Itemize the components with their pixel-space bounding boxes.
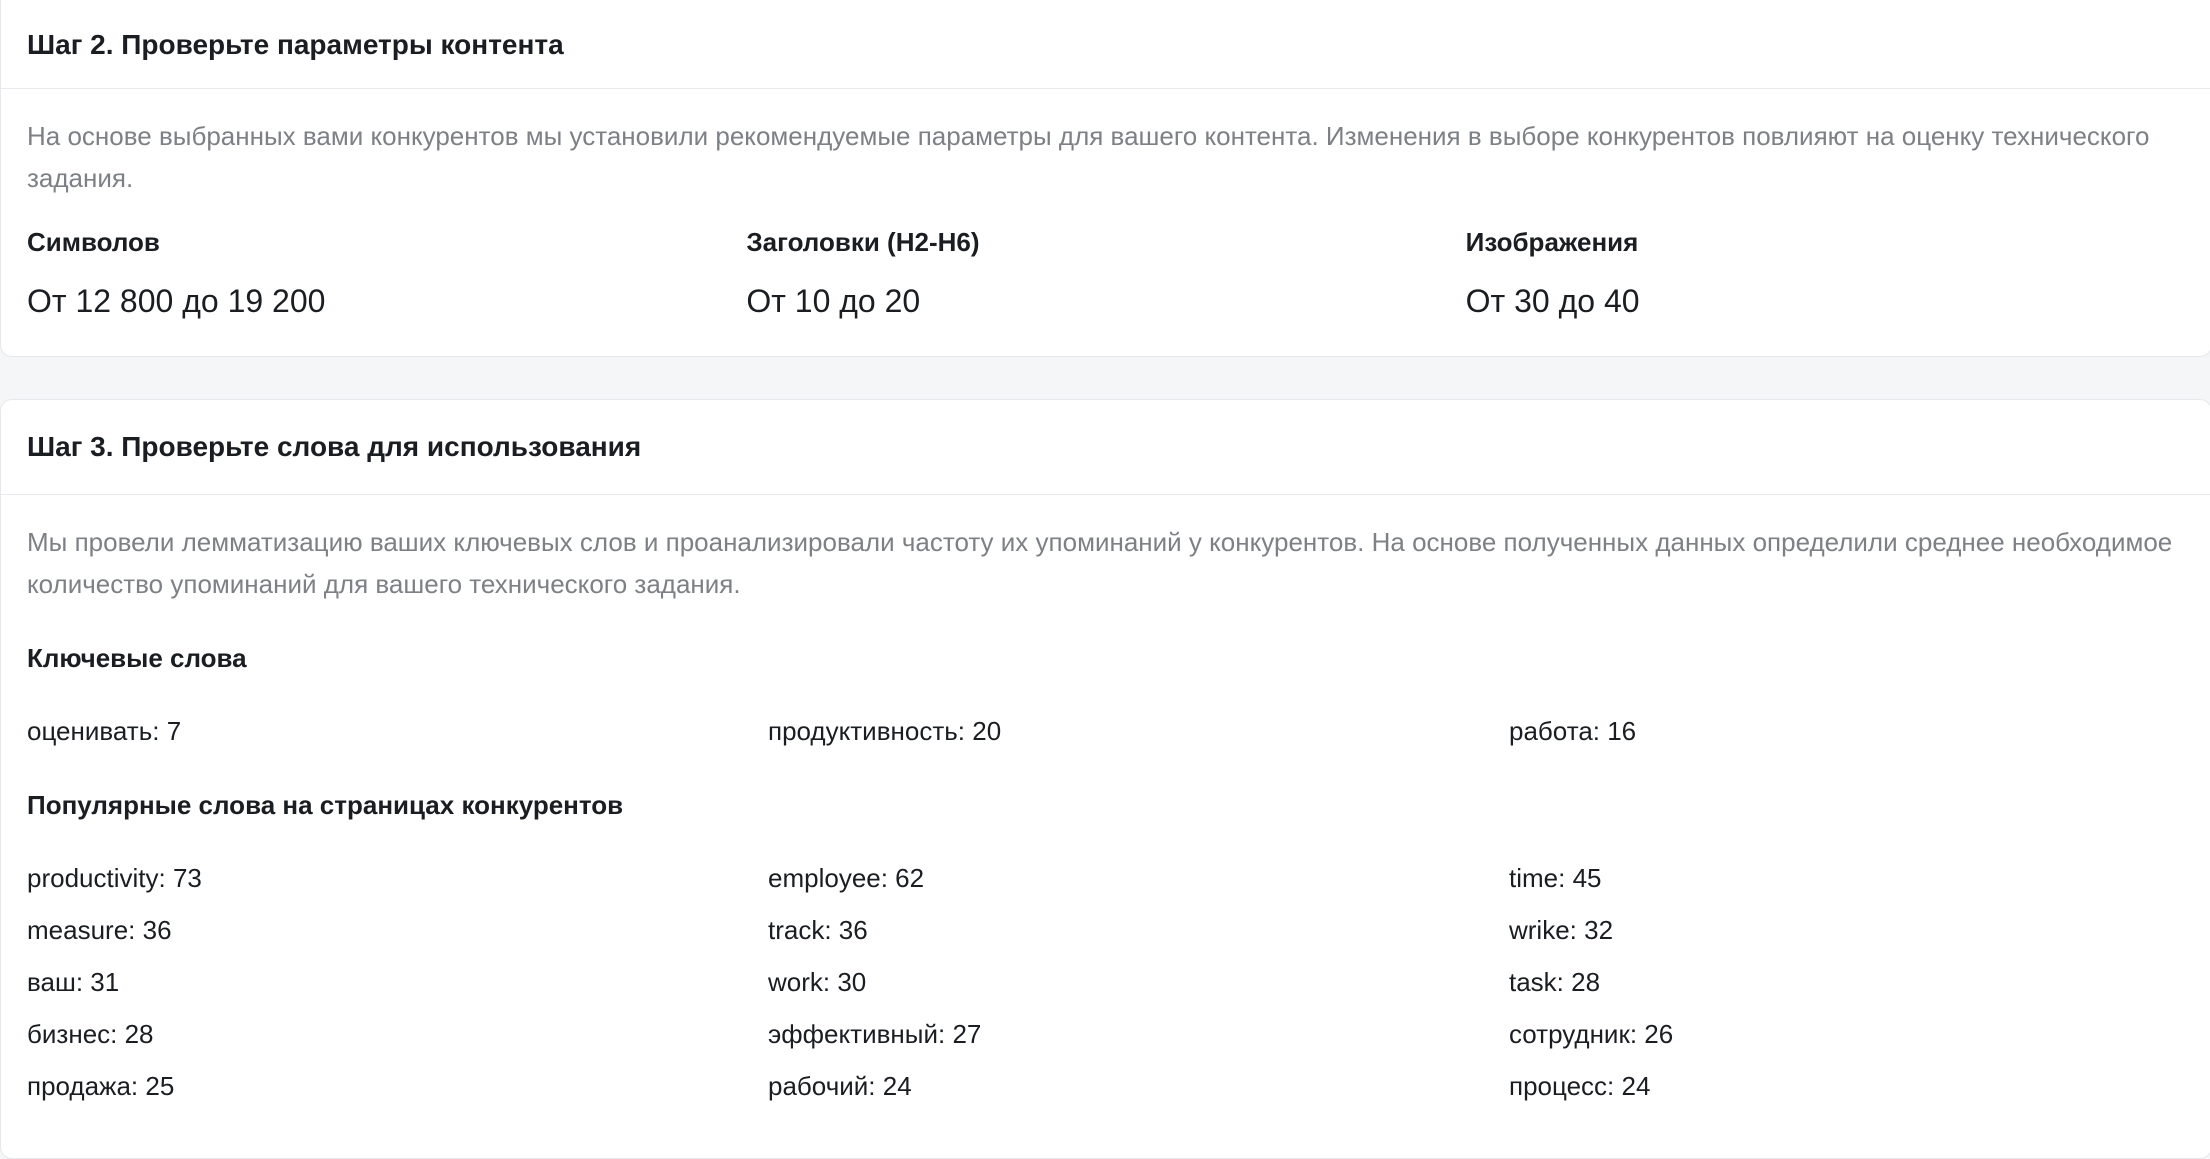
param-images: Изображения От 30 до 40 (1466, 227, 2185, 320)
step3-title: Шаг 3. Проверьте слова для использования (27, 431, 642, 462)
content-parameters-card: Шаг 2. Проверьте параметры контента На о… (0, 0, 2210, 357)
keyword-item: оценивать: 7 (27, 716, 182, 746)
popular-word-item: процесс: 24 (1509, 1071, 1651, 1101)
popular-word-item: бизнес: 28 (27, 1019, 154, 1049)
popular-word-item: work: 30 (768, 967, 867, 997)
popular-word-item: ваш: 31 (27, 967, 120, 997)
popular-word-item: time: 45 (1509, 863, 1602, 893)
card-header: Шаг 3. Проверьте слова для использования (1, 400, 2210, 495)
keyword-item: продуктивность: 20 (768, 716, 1002, 746)
param-label: Символов (27, 227, 160, 257)
keywords-title: Ключевые слова (27, 643, 247, 673)
param-value: От 10 до 20 (746, 283, 921, 319)
param-label: Заголовки (H2-H6) (746, 227, 980, 257)
content-parameters: Символов От 12 800 до 19 200 Заголовки (… (27, 227, 2185, 320)
param-characters: Символов От 12 800 до 19 200 (27, 227, 746, 320)
popular-word-item: продажа: 25 (27, 1071, 175, 1101)
keyword-item: работа: 16 (1509, 716, 1637, 746)
card-header: Шаг 2. Проверьте параметры контента (1, 0, 2210, 89)
param-value: От 30 до 40 (1465, 283, 1640, 319)
popular-word-item: task: 28 (1509, 967, 1601, 997)
popular-word-item: сотрудник: 26 (1509, 1019, 1674, 1049)
step3-description: Мы провели лемматизацию ваших ключевых с… (27, 527, 2173, 599)
popular-words-list: productivity: 73 employee: 62 time: 45 m… (27, 863, 2185, 1101)
popular-word-item: measure: 36 (27, 915, 172, 945)
param-value: От 12 800 до 19 200 (27, 283, 326, 319)
popular-word-item: wrike: 32 (1509, 915, 1614, 945)
step2-title: Шаг 2. Проверьте параметры контента (27, 28, 564, 60)
words-card: Шаг 3. Проверьте слова для использования… (0, 399, 2210, 1159)
keywords-list: оценивать: 7 продуктивность: 20 работа: … (27, 716, 2185, 746)
popular-word-item: employee: 62 (768, 863, 925, 893)
popular-word-item: эффективный: 27 (768, 1019, 982, 1049)
param-headings: Заголовки (H2-H6) От 10 до 20 (746, 227, 1465, 320)
popular-word-item: track: 36 (768, 915, 868, 945)
popular-word-item: productivity: 73 (27, 863, 202, 893)
step2-description: На основе выбранных вами конкурентов мы … (27, 121, 2150, 193)
param-label: Изображения (1465, 227, 1639, 257)
popular-words-title: Популярные слова на страницах конкуренто… (27, 790, 624, 820)
popular-word-item: рабочий: 24 (768, 1071, 912, 1101)
